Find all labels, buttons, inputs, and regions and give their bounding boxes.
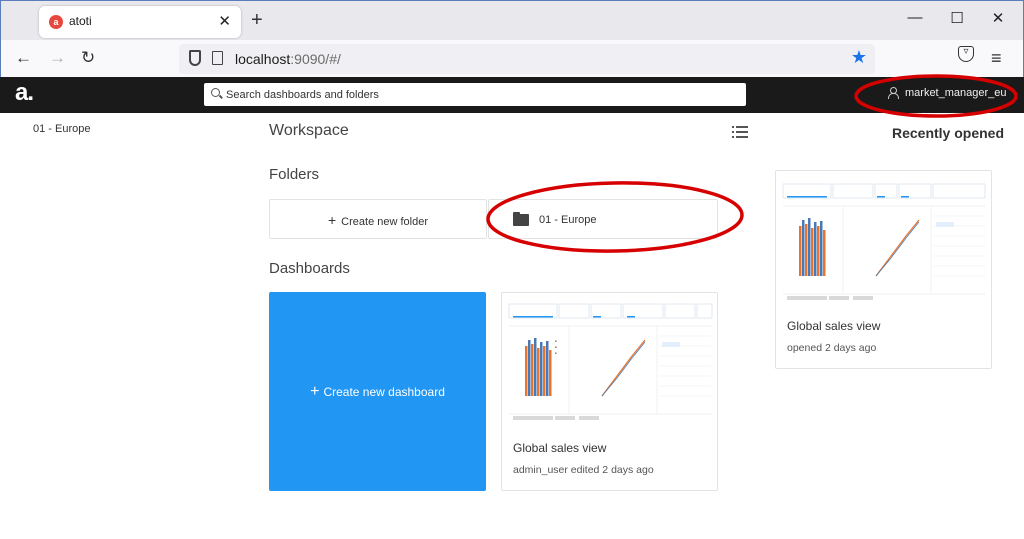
svg-text:■: ■ bbox=[555, 345, 557, 349]
username: market_manager_eu bbox=[905, 87, 1007, 99]
create-dashboard-label: Create new dashboard bbox=[323, 385, 445, 399]
close-tab-icon[interactable]: ✕ bbox=[218, 12, 231, 30]
browser-menu-icon[interactable]: ≡ bbox=[991, 48, 1002, 68]
plus-icon: + bbox=[327, 212, 337, 228]
svg-text:■: ■ bbox=[555, 351, 557, 355]
atoti-logo[interactable]: a. bbox=[15, 79, 34, 107]
user-menu[interactable]: market_manager_eu bbox=[888, 87, 1007, 99]
close-window-button[interactable]: ✕ bbox=[988, 9, 1008, 27]
atoti-favicon-icon: a bbox=[49, 15, 63, 29]
address-bar[interactable]: localhost:9090/#/ ★ bbox=[179, 44, 875, 74]
folder-icon bbox=[513, 212, 529, 226]
user-icon bbox=[888, 87, 899, 99]
create-folder-button[interactable]: + Create new folder bbox=[269, 199, 487, 239]
dashboard-card-global-sales[interactable]: ■ ■ ■ Global sales view admin_user edited … bbox=[501, 292, 718, 491]
folder-card-europe[interactable]: 01 - Europe bbox=[488, 199, 718, 239]
maximize-window-button[interactable]: ☐ bbox=[947, 9, 967, 27]
create-dashboard-button[interactable]: + Create new dashboard bbox=[269, 292, 486, 491]
new-tab-button[interactable]: + bbox=[251, 10, 263, 30]
dashboards-heading: Dashboards bbox=[269, 260, 350, 277]
browser-tab-atoti[interactable]: a atoti ✕ bbox=[39, 6, 241, 38]
url-host: localhost bbox=[235, 51, 291, 67]
browser-tab-strip: a atoti ✕ + — ☐ ✕ bbox=[0, 0, 1024, 40]
sidebar-item-europe[interactable]: 01 - Europe bbox=[33, 123, 90, 135]
svg-text:■: ■ bbox=[555, 339, 557, 343]
recently-opened-heading: Recently opened bbox=[891, 125, 1004, 141]
minimize-window-button[interactable]: — bbox=[905, 9, 925, 26]
page-info-icon[interactable] bbox=[212, 51, 223, 65]
reload-icon[interactable]: ↻ bbox=[81, 48, 95, 68]
recent-opened-info: opened 2 days ago bbox=[787, 342, 877, 354]
forward-arrow-icon[interactable]: → bbox=[49, 48, 66, 68]
bookmark-star-icon[interactable]: ★ bbox=[851, 47, 867, 68]
search-icon bbox=[211, 88, 220, 97]
search-input[interactable] bbox=[226, 83, 736, 106]
plus-icon: + bbox=[310, 383, 320, 400]
folders-heading: Folders bbox=[269, 166, 320, 183]
create-folder-label: Create new folder bbox=[341, 216, 428, 228]
list-view-icon[interactable] bbox=[732, 125, 748, 139]
pocket-icon[interactable]: ▿ bbox=[958, 46, 974, 62]
back-arrow-icon[interactable]: ← bbox=[15, 48, 32, 68]
shield-icon[interactable] bbox=[189, 50, 201, 66]
folder-name: 01 - Europe bbox=[539, 214, 597, 226]
recent-dashboard-name: Global sales view bbox=[787, 319, 881, 333]
recent-thumbnail bbox=[782, 183, 986, 300]
dashboard-thumbnail: ■ ■ ■ bbox=[508, 303, 713, 420]
page-title: Workspace bbox=[269, 122, 349, 139]
url-port-path: :9090/#/ bbox=[290, 51, 341, 67]
browser-nav-bar: ← → ↻ localhost:9090/#/ ★ ▿ ≡ bbox=[0, 40, 1024, 77]
search-box bbox=[204, 83, 746, 106]
dashboard-name: Global sales view bbox=[513, 441, 607, 455]
app-header: a. market_manager_eu bbox=[0, 77, 1024, 113]
recent-card-global-sales[interactable]: Global sales view opened 2 days ago bbox=[775, 170, 992, 369]
url-text[interactable]: localhost:9090/#/ bbox=[235, 51, 341, 67]
tab-title: atoti bbox=[69, 14, 92, 28]
dashboard-edited-info: admin_user edited 2 days ago bbox=[513, 464, 654, 476]
